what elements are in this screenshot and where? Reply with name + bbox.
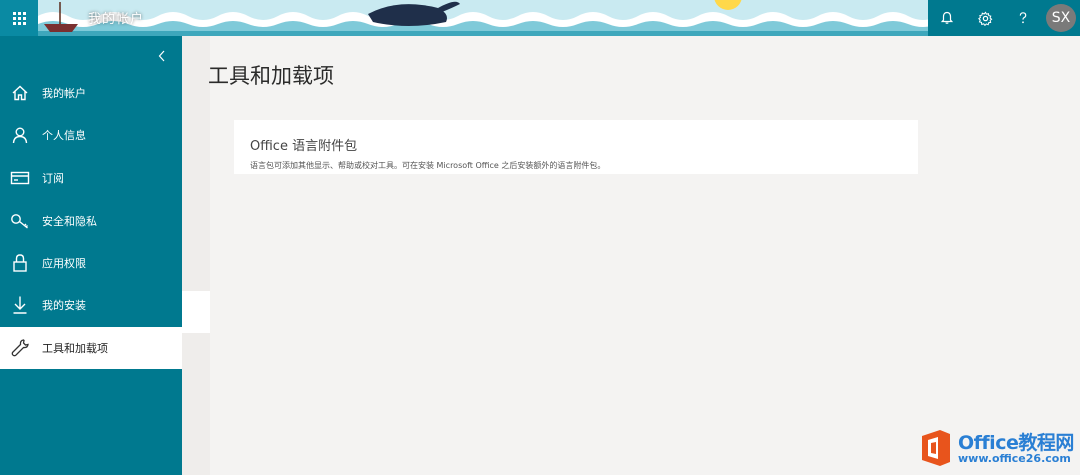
person-icon	[0, 114, 40, 156]
download-icon	[0, 284, 40, 326]
key-icon	[0, 200, 40, 242]
watermark-url: www.office26.com	[958, 452, 1071, 465]
watermark: Office教程网 www.office26.com	[918, 426, 1078, 470]
question-icon	[1019, 12, 1027, 24]
sidebar-item-subscriptions[interactable]: 订阅	[0, 157, 182, 199]
sidebar: 我的帐户 个人信息 订阅 安全和隐私 应用权限 我的安装 工具和加载项	[0, 36, 182, 475]
sidebar-item-label: 个人信息	[42, 129, 86, 142]
lock-icon	[0, 242, 40, 284]
app-launcher-button[interactable]	[0, 0, 38, 36]
office-logo-icon	[922, 430, 950, 466]
card-title: Office 语言附件包	[250, 139, 358, 154]
avatar[interactable]: SX	[1046, 4, 1076, 32]
card-description: 语言包可添加其他显示、帮助或校对工具。可在安装 Microsoft Office…	[250, 161, 606, 170]
help-button[interactable]	[1004, 0, 1042, 36]
chevron-left-icon	[158, 50, 165, 62]
home-icon	[0, 72, 40, 114]
banner-title: 我的帐户	[88, 12, 145, 27]
sidebar-item-my-account[interactable]: 我的帐户	[0, 72, 182, 114]
sidebar-item-personal-info[interactable]: 个人信息	[0, 114, 182, 156]
notifications-button[interactable]	[928, 0, 966, 36]
collapse-sidebar-button[interactable]	[150, 44, 174, 68]
content-gutter	[182, 36, 210, 475]
sidebar-item-label: 应用权限	[42, 257, 86, 270]
sidebar-item-security-privacy[interactable]: 安全和隐私	[0, 200, 182, 242]
language-pack-card[interactable]: Office 语言附件包 语言包可添加其他显示、帮助或校对工具。可在安装 Mic…	[234, 120, 918, 174]
avatar-initials: SX	[1051, 10, 1071, 26]
sidebar-item-my-installs[interactable]: 我的安装	[0, 284, 182, 326]
wrench-icon	[0, 327, 40, 369]
sidebar-item-label: 订阅	[42, 172, 64, 185]
banner-illustration	[38, 0, 928, 36]
sidebar-item-label: 安全和隐私	[42, 215, 97, 228]
watermark-brand: Office教程网	[958, 432, 1074, 454]
card-icon	[0, 157, 40, 199]
waffle-icon	[12, 11, 26, 25]
sidebar-item-tools-addins[interactable]: 工具和加载项	[0, 327, 182, 369]
page-title: 工具和加载项	[208, 64, 334, 88]
active-item-extension	[182, 291, 210, 333]
sidebar-item-label: 我的帐户	[42, 87, 86, 100]
header-banner: 我的帐户	[38, 0, 928, 36]
top-bar: 我的帐户 SX	[0, 0, 1080, 36]
bell-icon	[940, 11, 954, 24]
sidebar-item-app-permissions[interactable]: 应用权限	[0, 242, 182, 284]
gear-icon	[977, 10, 992, 26]
sidebar-item-label: 我的安装	[42, 299, 86, 312]
settings-button[interactable]	[966, 0, 1004, 36]
sidebar-item-label: 工具和加载项	[42, 342, 108, 355]
